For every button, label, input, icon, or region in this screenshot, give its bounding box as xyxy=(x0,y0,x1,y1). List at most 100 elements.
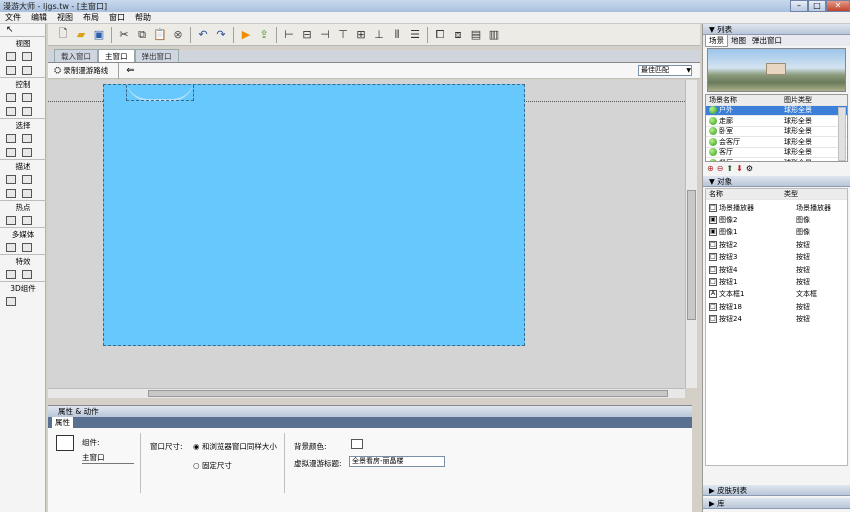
back-arrow-icon[interactable]: ⇐ xyxy=(126,65,134,76)
open-folder-icon[interactable]: ▰ xyxy=(74,27,89,42)
tab-2[interactable]: 弹出窗口 xyxy=(134,49,179,62)
same-size-icon[interactable]: ▤ xyxy=(469,27,484,42)
remove-scene-icon[interactable]: ⊖ xyxy=(717,164,724,173)
col-image-type[interactable]: 图片类型 xyxy=(782,95,847,105)
add-scene-icon[interactable]: ⊕ xyxy=(707,164,714,173)
align-center-icon[interactable]: ⊟ xyxy=(300,27,315,42)
list-tab-1[interactable]: 地图 xyxy=(728,35,749,46)
marquee-icon[interactable] xyxy=(22,215,32,225)
object-row[interactable]: □ 场景播放器 场景播放器 xyxy=(706,202,847,214)
col-object-type[interactable]: 类型 xyxy=(782,189,847,199)
distribute-h-icon[interactable]: ⫴ xyxy=(390,27,405,42)
radio-same-as-browser[interactable]: ◉ 和浏览器窗口同样大小 xyxy=(193,441,277,452)
scroll-thumb[interactable] xyxy=(148,390,668,397)
move-down-icon[interactable]: ⬇ xyxy=(736,164,743,173)
library-header[interactable]: ▶ 库 xyxy=(703,498,850,509)
cut-icon[interactable]: ✂ xyxy=(117,27,132,42)
scene-list-scrollbar[interactable] xyxy=(838,107,846,161)
object-row[interactable]: □ 按钮2 按钮 xyxy=(706,239,847,251)
object-row[interactable]: □ 按钮24 按钮 xyxy=(706,313,847,325)
menu-item-2[interactable]: 视图 xyxy=(57,12,73,23)
object-row[interactable]: ▣ 图像1 图像 xyxy=(706,226,847,238)
col-object-name[interactable]: 名称 xyxy=(706,189,782,199)
publish-icon[interactable]: ⇪ xyxy=(257,27,272,42)
control-icon[interactable] xyxy=(6,92,16,102)
align-middle-icon[interactable]: ⊞ xyxy=(354,27,369,42)
close-button[interactable]: ✕ xyxy=(826,0,850,12)
arrange-icon[interactable]: ▥ xyxy=(487,27,502,42)
undo-icon[interactable]: ↶ xyxy=(196,27,211,42)
sound-icon[interactable] xyxy=(22,242,32,252)
view-icon[interactable] xyxy=(6,51,16,61)
object-row[interactable]: □ 按钮4 按钮 xyxy=(706,263,847,275)
menu-item-3[interactable]: 布局 xyxy=(83,12,99,23)
scene-row[interactable]: 户外 球形全景 xyxy=(706,105,847,116)
object-row[interactable]: □ 按钮1 按钮 xyxy=(706,276,847,288)
redo-icon[interactable]: ↷ xyxy=(214,27,229,42)
scene-row[interactable]: 走廊 球形全景 xyxy=(706,116,847,127)
scene-row[interactable]: 餐厅球形全景 xyxy=(706,158,847,161)
canvas-vertical-scrollbar[interactable] xyxy=(685,80,697,388)
distribute-v-icon[interactable]: ☰ xyxy=(408,27,423,42)
scene-row[interactable]: 会客厅 球形全景 xyxy=(706,137,847,148)
object-row[interactable]: □ 按钮18 按钮 xyxy=(706,301,847,313)
skin-list-header[interactable]: ▶ 皮肤列表 xyxy=(703,485,850,496)
save-icon[interactable]: ▣ xyxy=(92,27,107,42)
tool-icon[interactable] xyxy=(22,65,32,75)
zoom-select[interactable]: 最佳匹配 ▼ xyxy=(638,65,692,76)
pointer-tool[interactable]: ↖ xyxy=(0,24,45,36)
scene-row[interactable]: 卧室 球形全景 xyxy=(706,127,847,137)
list-tab-2[interactable]: 弹出窗口 xyxy=(749,35,785,46)
canvas-horizontal-scrollbar[interactable] xyxy=(48,388,685,398)
main-window-stage[interactable] xyxy=(103,84,525,346)
background-color-swatch[interactable] xyxy=(351,439,363,449)
tour-title-input[interactable]: 全景看房-丽晶楼 xyxy=(349,456,445,467)
stop-icon[interactable] xyxy=(22,92,32,102)
move-up-icon[interactable]: ⬆ xyxy=(726,164,733,173)
globe-icon[interactable] xyxy=(22,51,32,61)
maximize-button[interactable]: □ xyxy=(808,0,826,12)
record-path-button[interactable]: 录制漫游路线 xyxy=(63,65,108,76)
tool-icon[interactable] xyxy=(22,106,32,116)
hotspot-icon[interactable] xyxy=(6,215,16,225)
scene-row[interactable]: 客厅 球形全景 xyxy=(706,148,847,158)
new-file-icon[interactable]: 🗋 xyxy=(56,27,71,42)
object-row[interactable]: ▣ 图像2 图像 xyxy=(706,214,847,226)
scene-settings-icon[interactable]: ⚙ xyxy=(746,164,753,173)
scene-thumbnail[interactable] xyxy=(707,48,846,92)
tool-icon[interactable] xyxy=(6,147,16,157)
tab-properties[interactable]: 属性 xyxy=(52,417,73,428)
minimize-button[interactable]: – xyxy=(790,0,808,12)
tool-icon[interactable] xyxy=(6,106,16,116)
object-row[interactable]: A 文本框1 文本框 xyxy=(706,288,847,300)
menu-item-1[interactable]: 编辑 xyxy=(31,12,47,23)
align-right-icon[interactable]: ⊣ xyxy=(318,27,333,42)
same-height-icon[interactable]: ⧈ xyxy=(451,27,466,42)
list-tab-0[interactable]: 场景 xyxy=(705,34,728,47)
tab-0[interactable]: 载入窗口 xyxy=(54,49,98,62)
col-scene-name[interactable]: 场景名称 xyxy=(706,95,782,105)
menu-item-0[interactable]: 文件 xyxy=(5,12,21,23)
text-icon[interactable] xyxy=(6,174,16,184)
list-icon[interactable] xyxy=(22,133,32,143)
menu-item-5[interactable]: 帮助 xyxy=(135,12,151,23)
tool-icon[interactable] xyxy=(6,188,16,198)
tool-icon[interactable] xyxy=(22,188,32,198)
same-width-icon[interactable]: ⧠ xyxy=(433,27,448,42)
media-icon[interactable] xyxy=(6,242,16,252)
effect-icon[interactable] xyxy=(6,269,16,279)
3d-icon[interactable] xyxy=(6,296,16,306)
snow-icon[interactable] xyxy=(22,269,32,279)
align-top-icon[interactable]: ⊤ xyxy=(336,27,351,42)
tab-1[interactable]: 主窗口 xyxy=(98,49,135,62)
preview-icon[interactable]: ▶ xyxy=(239,27,254,42)
image-icon[interactable] xyxy=(22,174,32,184)
copy-icon[interactable]: ⧉ xyxy=(135,27,150,42)
radio-fixed-size[interactable]: ○ 固定尺寸 xyxy=(193,460,232,471)
scroll-thumb[interactable] xyxy=(687,190,696,320)
menu-item-4[interactable]: 窗口 xyxy=(109,12,125,23)
tool-icon[interactable] xyxy=(22,147,32,157)
object-row[interactable]: □ 按钮3 按钮 xyxy=(706,251,847,263)
select-icon[interactable] xyxy=(6,133,16,143)
tool-icon[interactable] xyxy=(6,65,16,75)
